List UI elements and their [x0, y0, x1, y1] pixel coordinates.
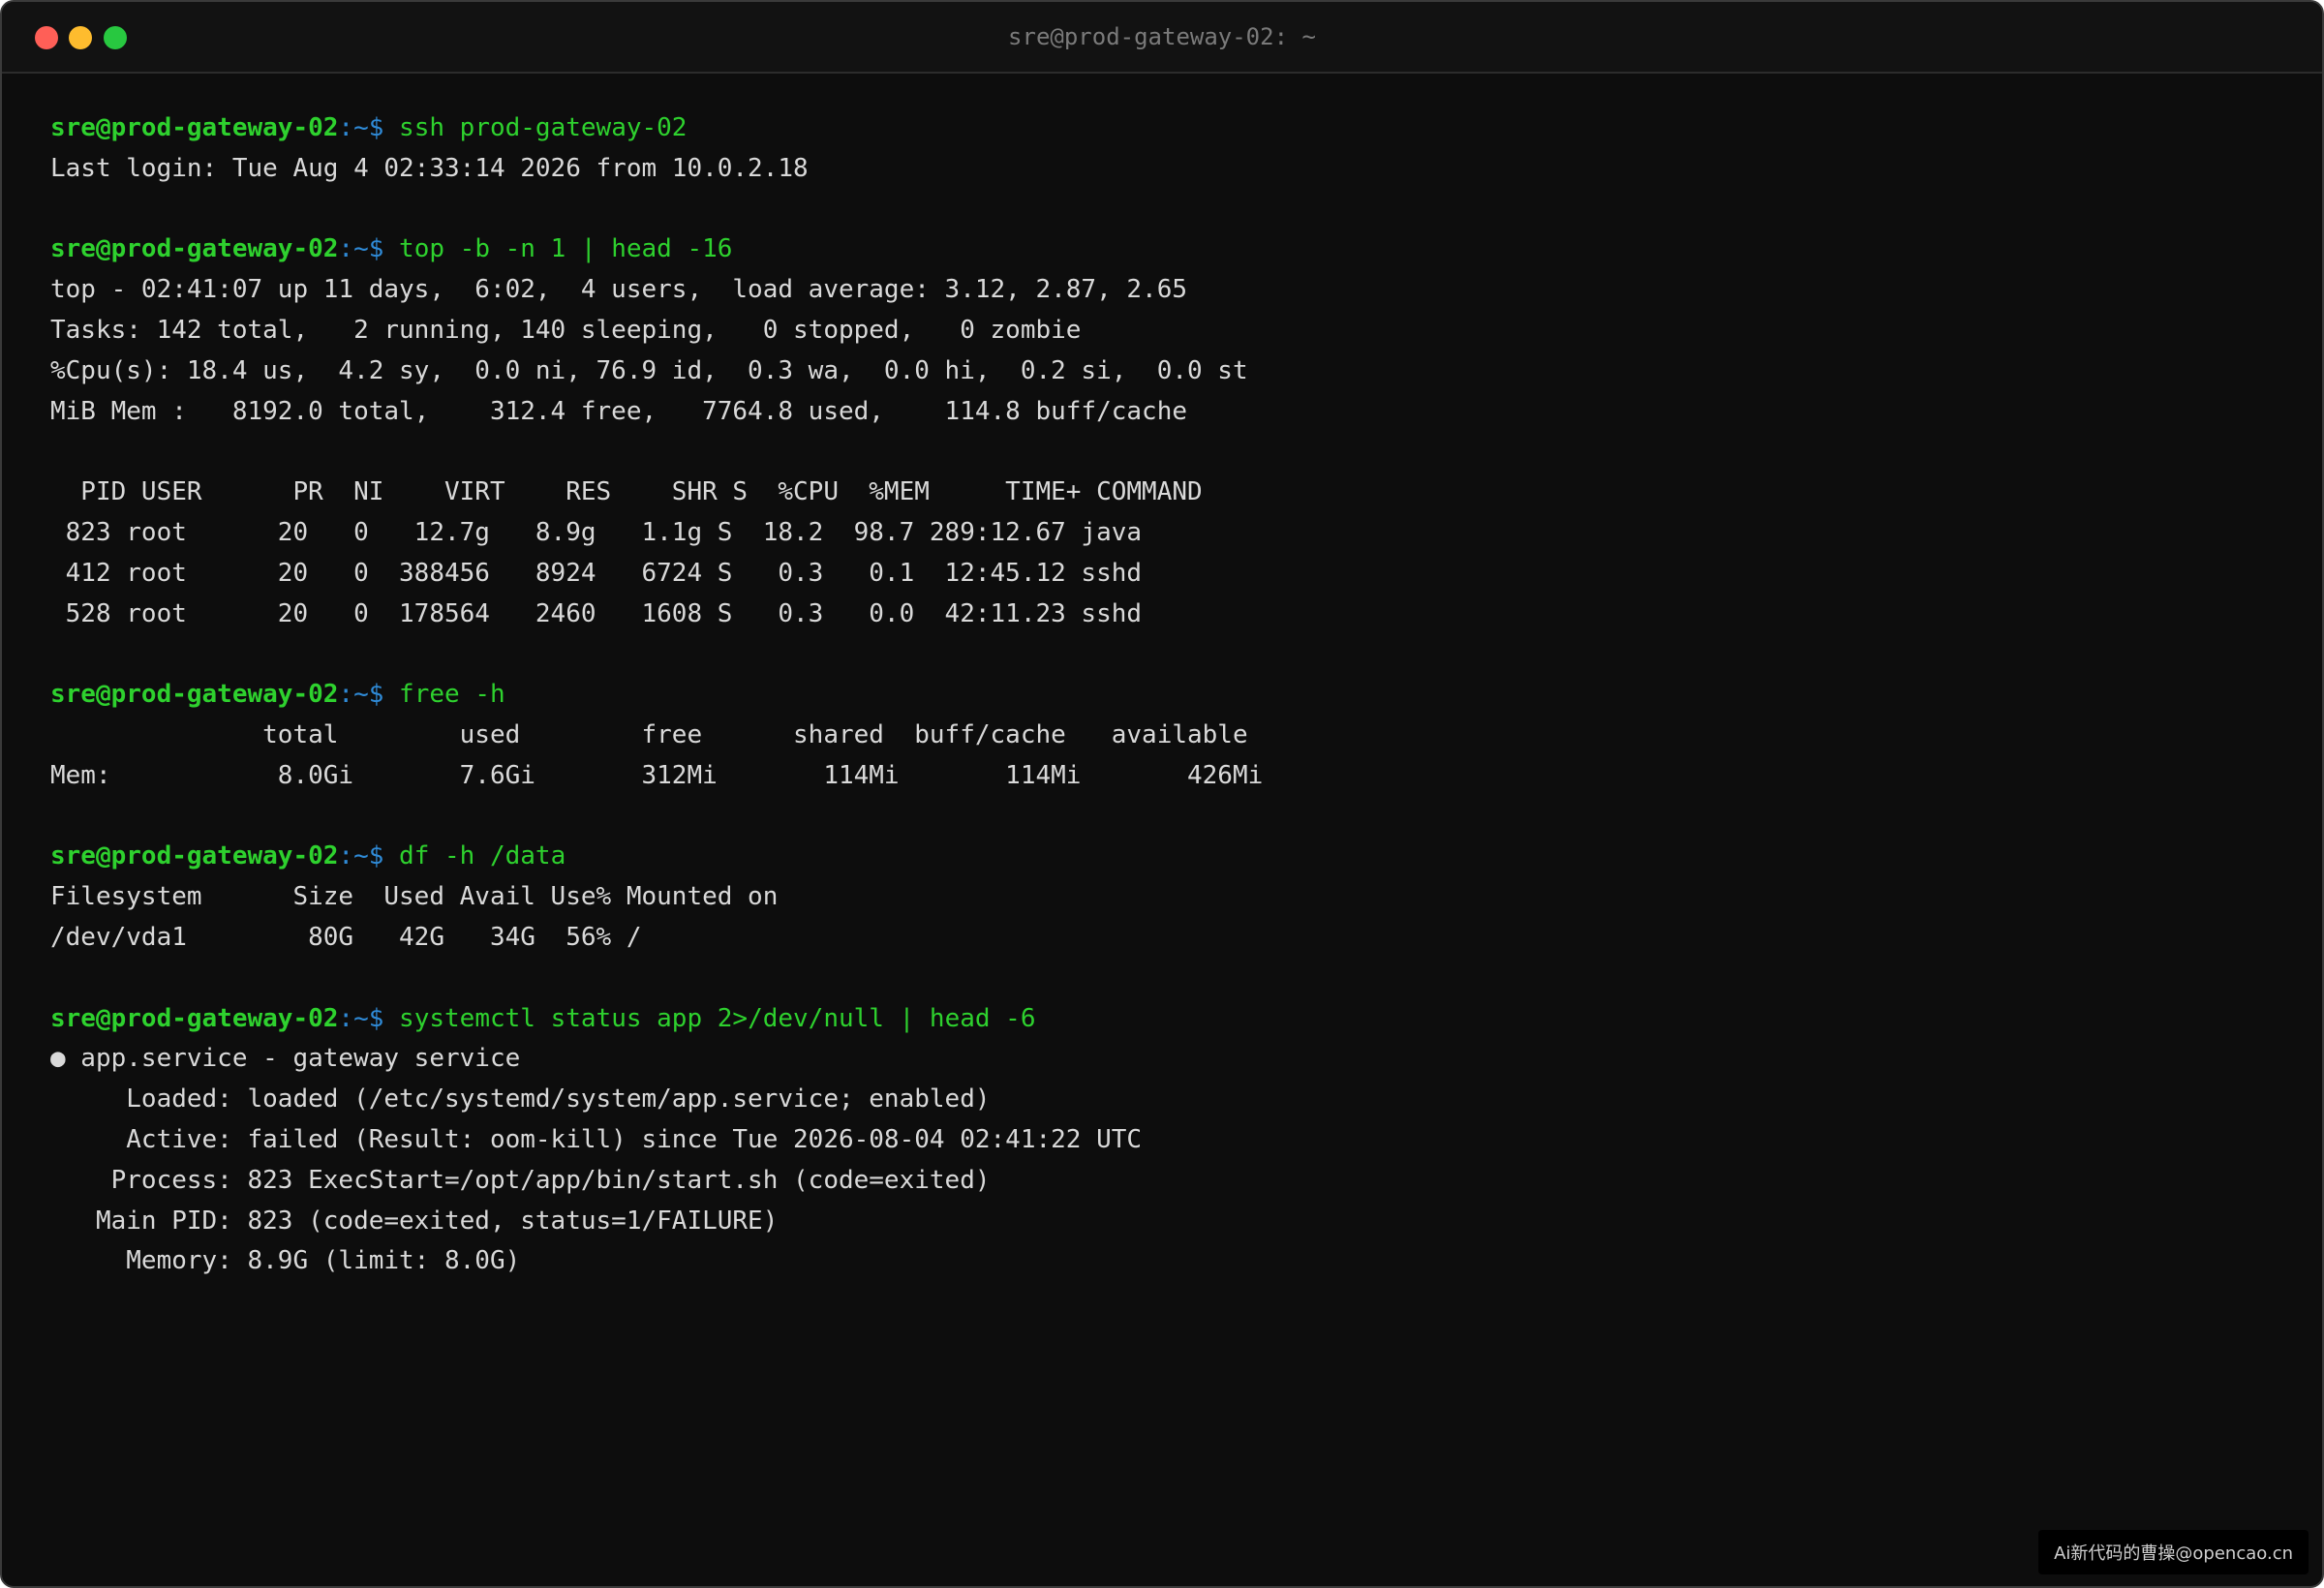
prompt-line: sre@prod-gateway-02:~$ ssh prod-gateway-…: [50, 108, 2283, 149]
output-line: 823 root 20 0 12.7g 8.9g 1.1g S 18.2 98.…: [50, 517, 1143, 547]
prompt-path: :~$: [338, 841, 400, 871]
output-line: Process: 823 ExecStart=/opt/app/bin/star…: [50, 1165, 991, 1195]
output-line: /dev/vda1 80G 42G 34G 56% /: [50, 922, 642, 952]
watermark: Ai新代码的曹操@opencao.cn: [2038, 1530, 2309, 1574]
terminal-output[interactable]: sre@prod-gateway-02:~$ ssh prod-gateway-…: [50, 108, 2283, 1282]
output-line: Active: failed (Result: oom-kill) since …: [50, 1124, 1143, 1154]
window-title: sre@prod-gateway-02: ~: [1008, 23, 1316, 50]
output-line: PID USER PR NI VIRT RES SHR S %CPU %MEM …: [50, 477, 1203, 507]
output-line: 412 root 20 0 388456 8924 6724 S 0.3 0.1…: [50, 558, 1143, 588]
command-text: df -h /data: [399, 841, 566, 871]
prompt-path: :~$: [338, 234, 400, 264]
command-text: systemctl status app 2>/dev/null | head …: [399, 1003, 1036, 1033]
title-bar: sre@prod-gateway-02: ~: [2, 2, 2322, 74]
command-text: free -h: [399, 680, 505, 710]
terminal-window: sre@prod-gateway-02: ~ sre@prod-gateway-…: [0, 0, 2324, 1588]
prompt-user-host: sre@prod-gateway-02: [50, 841, 339, 871]
prompt-user-host: sre@prod-gateway-02: [50, 113, 339, 142]
prompt-line: sre@prod-gateway-02:~$ systemctl status …: [50, 999, 2283, 1040]
prompt-user-host: sre@prod-gateway-02: [50, 234, 339, 264]
prompt-user-host: sre@prod-gateway-02: [50, 1003, 339, 1033]
prompt-line: sre@prod-gateway-02:~$ df -h /data: [50, 837, 2283, 877]
output-line: Memory: 8.9G (limit: 8.0G): [50, 1246, 521, 1276]
output-line: Tasks: 142 total, 2 running, 140 sleepin…: [50, 315, 1082, 345]
prompt-path: :~$: [338, 113, 400, 142]
prompt-path: :~$: [338, 1003, 400, 1033]
output-line: top - 02:41:07 up 11 days, 6:02, 4 users…: [50, 275, 1187, 305]
output-line: Last login: Tue Aug 4 02:33:14 2026 from…: [50, 153, 809, 183]
output-line: ● app.service - gateway service: [50, 1044, 521, 1074]
output-line: MiB Mem : 8192.0 total, 312.4 free, 7764…: [50, 396, 1187, 426]
output-line: total used free shared buff/cache availa…: [50, 719, 1248, 749]
output-line: Mem: 8.0Gi 7.6Gi 312Mi 114Mi 114Mi 426Mi: [50, 760, 1264, 790]
output-line: Filesystem Size Used Avail Use% Mounted …: [50, 882, 779, 912]
output-line: 528 root 20 0 178564 2460 1608 S 0.3 0.0…: [50, 598, 1143, 628]
output-line: Loaded: loaded (/etc/systemd/system/app.…: [50, 1084, 991, 1115]
prompt-line: sre@prod-gateway-02:~$ top -b -n 1 | hea…: [50, 229, 2283, 270]
prompt-path: :~$: [338, 680, 400, 710]
command-text: top -b -n 1 | head -16: [399, 234, 733, 264]
output-line: %Cpu(s): 18.4 us, 4.2 sy, 0.0 ni, 76.9 i…: [50, 355, 1248, 385]
prompt-user-host: sre@prod-gateway-02: [50, 680, 339, 710]
prompt-line: sre@prod-gateway-02:~$ free -h: [50, 675, 2283, 716]
command-text: ssh prod-gateway-02: [399, 113, 688, 142]
output-line: Main PID: 823 (code=exited, status=1/FAI…: [50, 1206, 779, 1236]
